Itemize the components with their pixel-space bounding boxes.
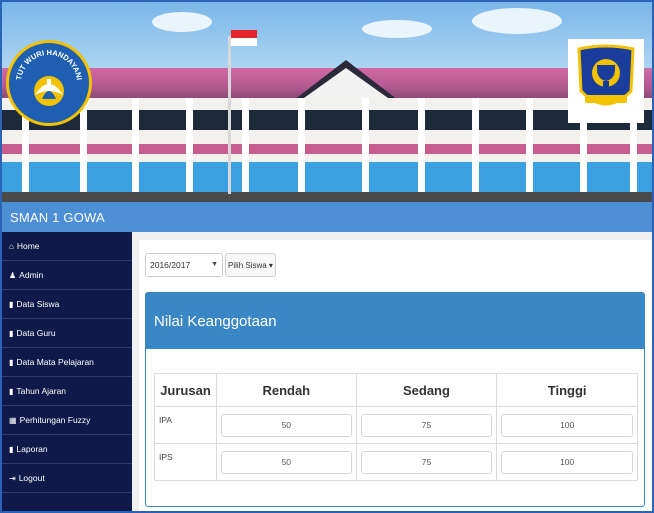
flag-icon [231,30,257,46]
sidebar-item-label: Perhitungan Fuzzy [19,415,91,425]
sidebar-item-perhitungan-fuzzy[interactable]: ▦ Perhitungan Fuzzy [2,406,132,435]
tinggi-input[interactable]: 100 [501,413,633,437]
user-icon: ♟ [9,270,17,280]
table-row: IPS 50 75 100 [154,443,638,481]
book-icon: ▮ [9,386,14,396]
sidebar: ⌂ Home ♟ Admin ▮ Data Siswa ▮ Data Guru … [2,232,132,511]
col-header-rendah: Rendah [215,373,357,407]
rendah-input[interactable]: 50 [220,413,352,437]
jurusan-cell: IPS [154,443,217,481]
table-header-row: Jurusan Rendah Sedang Tinggi [154,373,638,407]
app-window: TUT WURI HANDAYANI SMAN 1 GOWA ⌂ Home ♟ … [0,0,654,513]
sidebar-item-data-mata-pelajaran[interactable]: ▮ Data Mata Pelajaran [2,348,132,377]
flagpole [228,36,231,194]
content-card: 2016/2017 ▼ Pilih Siswa ▾ Nilai Keanggot… [139,240,652,511]
col-header-tinggi: Tinggi [496,373,638,407]
logo-text: TUT WURI HANDAYANI [14,48,84,81]
sidebar-item-label: Tahun Ajaran [16,386,67,396]
sidebar-item-label: Admin [19,270,44,280]
tinggi-input[interactable]: 100 [501,450,633,474]
sidebar-item-label: Data Guru [16,328,56,338]
membership-table: Jurusan Rendah Sedang Tinggi IPA 50 75 1… [154,373,638,481]
svg-text:TUT WURI HANDAYANI: TUT WURI HANDAYANI [14,48,84,81]
site-title[interactable]: SMAN 1 GOWA [10,210,105,225]
sidebar-item-home[interactable]: ⌂ Home [2,232,132,261]
jurusan-cell: IPA [154,406,217,444]
home-icon: ⌂ [9,241,14,251]
table-row: IPA 50 75 100 [154,406,638,444]
sidebar-item-label: Home [16,241,40,251]
year-select-value: 2016/2017 [150,260,191,270]
header-banner: TUT WURI HANDAYANI [2,2,652,202]
sidebar-item-laporan[interactable]: ▮ Laporan [2,435,132,464]
sedang-input[interactable]: 75 [360,413,493,437]
logout-icon: ⇥ [9,473,16,483]
col-header-sedang: Sedang [355,373,498,407]
sedang-input[interactable]: 75 [360,450,493,474]
panel-heading: Nilai Keanggotaan [146,293,644,349]
panel-title: Nilai Keanggotaan [154,313,277,330]
calculator-icon: ▦ [9,415,17,425]
crest-icon [577,44,635,106]
caret-down-icon: ▼ [211,261,218,268]
sidebar-item-data-siswa[interactable]: ▮ Data Siswa [2,290,132,319]
tut-wuri-handayani-logo: TUT WURI HANDAYANI [6,40,92,126]
sidebar-item-tahun-ajaran[interactable]: ▮ Tahun Ajaran [2,377,132,406]
year-select[interactable]: 2016/2017 ▼ [145,253,223,277]
sidebar-item-label: Logout [18,473,45,483]
sidebar-item-data-guru[interactable]: ▮ Data Guru [2,319,132,348]
main-area: 2016/2017 ▼ Pilih Siswa ▾ Nilai Keanggot… [132,232,652,511]
rendah-input[interactable]: 50 [220,450,352,474]
sidebar-item-label: Laporan [16,444,48,454]
tut-wuri-logo-icon: TUT WURI HANDAYANI [14,48,84,106]
book-icon: ▮ [9,328,14,338]
sidebar-item-admin[interactable]: ♟ Admin [2,261,132,290]
col-header-jurusan: Jurusan [154,373,217,407]
sidebar-item-logout[interactable]: ⇥ Logout [2,464,132,493]
top-navbar: SMAN 1 GOWA [2,202,652,232]
book-icon: ▮ [9,444,14,454]
book-icon: ▮ [9,299,14,309]
book-icon: ▮ [9,357,14,367]
nilai-keanggotaan-panel: Nilai Keanggotaan Jurusan Rendah Sedang [145,292,645,507]
pilih-siswa-button[interactable]: Pilih Siswa ▾ [225,253,276,277]
gowa-regency-logo [568,39,644,123]
sidebar-item-label: Data Siswa [16,299,60,309]
sidebar-item-label: Data Mata Pelajaran [16,357,94,367]
